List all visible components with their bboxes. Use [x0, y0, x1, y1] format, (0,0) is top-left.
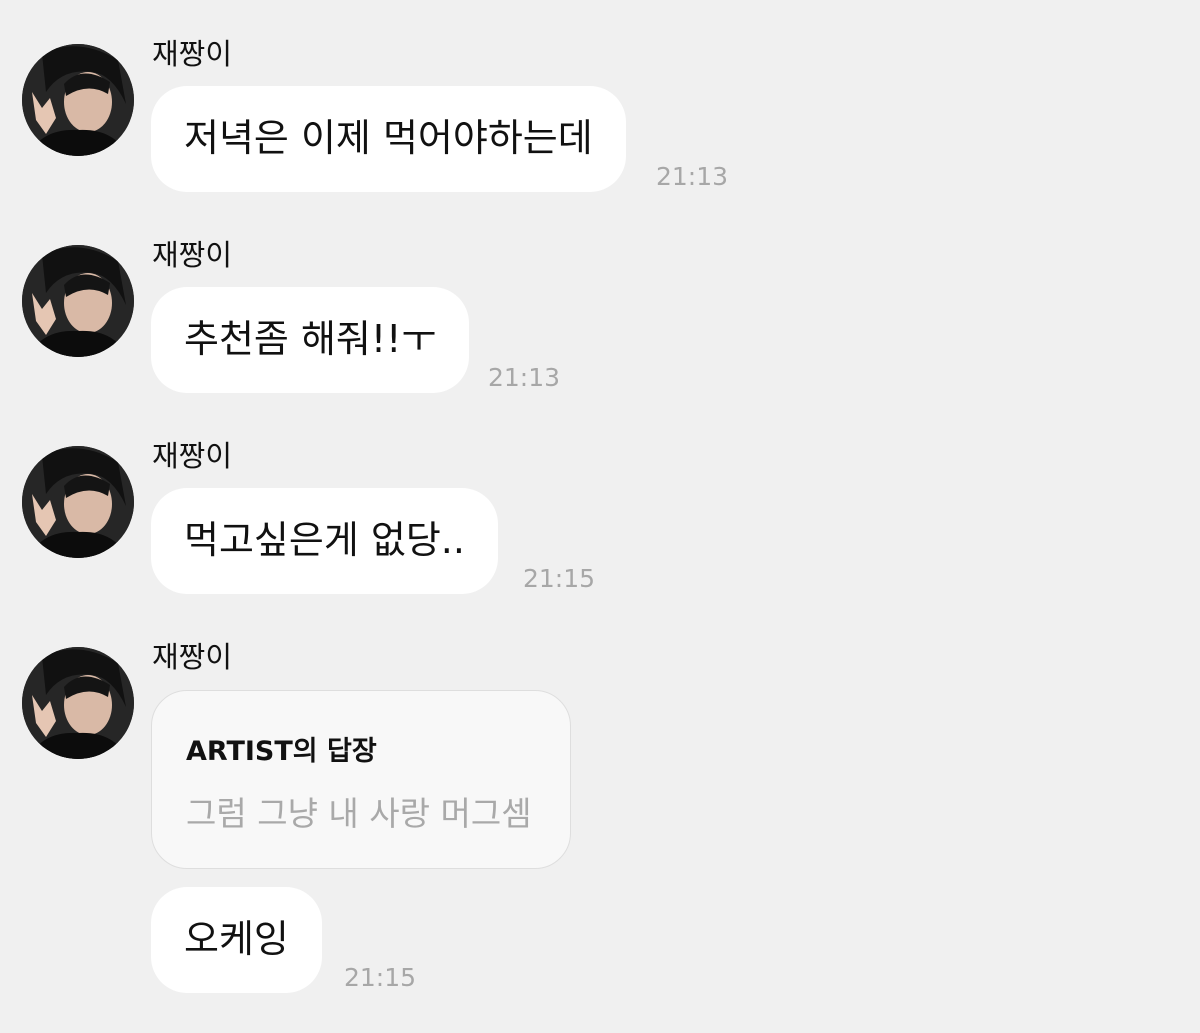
sender-name: 재짱이	[152, 640, 233, 674]
sender-name: 재짱이	[152, 439, 233, 473]
avatar-photo-icon	[22, 44, 134, 156]
reply-quoted-text: 그럼 그냥 내 사랑 머그셈	[186, 794, 532, 833]
avatar-photo-icon	[22, 245, 134, 357]
sender-name: 재짱이	[152, 37, 233, 71]
message-timestamp: 21:13	[488, 363, 561, 392]
avatar[interactable]	[22, 245, 134, 357]
avatar-photo-icon	[22, 446, 134, 558]
avatar[interactable]	[22, 44, 134, 156]
avatar[interactable]	[22, 647, 134, 759]
message-timestamp: 21:15	[523, 564, 596, 593]
message-timestamp: 21:13	[656, 162, 729, 191]
reply-heading: ARTIST의 답장	[186, 736, 377, 767]
message-bubble[interactable]: 오케잉	[151, 887, 322, 993]
message-timestamp: 21:15	[344, 963, 417, 992]
avatar-photo-icon	[22, 647, 134, 759]
message-bubble[interactable]: 먹고싶은게 없당..	[151, 488, 498, 594]
artist-reply-card[interactable]: ARTIST의 답장 그럼 그냥 내 사랑 머그셈	[151, 690, 571, 869]
sender-name: 재짱이	[152, 238, 233, 272]
message-bubble[interactable]: 저녁은 이제 먹어야하는데	[151, 86, 626, 192]
message-bubble[interactable]: 추천좀 해줘!!ㅜ	[151, 287, 470, 393]
avatar[interactable]	[22, 446, 134, 558]
